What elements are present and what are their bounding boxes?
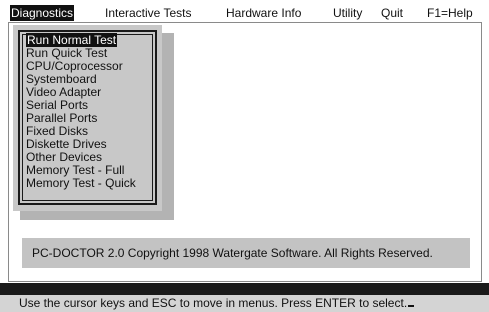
menu-bar: Diagnostics Interactive Tests Hardware I… bbox=[8, 5, 482, 21]
status-text-line: Use the cursor keys and ESC to move in m… bbox=[19, 296, 415, 311]
menu-diagnostics[interactable]: Diagnostics bbox=[10, 5, 75, 21]
status-bar: Use the cursor keys and ESC to move in m… bbox=[0, 283, 489, 312]
text-cursor-icon bbox=[408, 305, 415, 307]
copyright-banner: PC-DOCTOR 2.0 Copyright 1998 Watergate S… bbox=[22, 238, 470, 268]
diagnostics-menu-list: Run Normal Test Run Quick Test CPU/Copro… bbox=[26, 33, 146, 190]
menu-interactive-tests[interactable]: Interactive Tests bbox=[105, 5, 191, 21]
menu-quit[interactable]: Quit bbox=[381, 5, 403, 21]
status-message: Use the cursor keys and ESC to move in m… bbox=[19, 296, 408, 310]
help-shortcut[interactable]: F1=Help bbox=[427, 5, 473, 21]
diagnostics-dropdown: Run Normal Test Run Quick Test CPU/Copro… bbox=[13, 25, 162, 211]
menu-item-memory-test-quick[interactable]: Memory Test - Quick bbox=[26, 177, 146, 190]
copyright-text: PC-DOCTOR 2.0 Copyright 1998 Watergate S… bbox=[32, 246, 433, 260]
menu-utility[interactable]: Utility bbox=[333, 5, 362, 21]
menu-hardware-info[interactable]: Hardware Info bbox=[226, 5, 301, 21]
status-divider bbox=[0, 283, 489, 295]
